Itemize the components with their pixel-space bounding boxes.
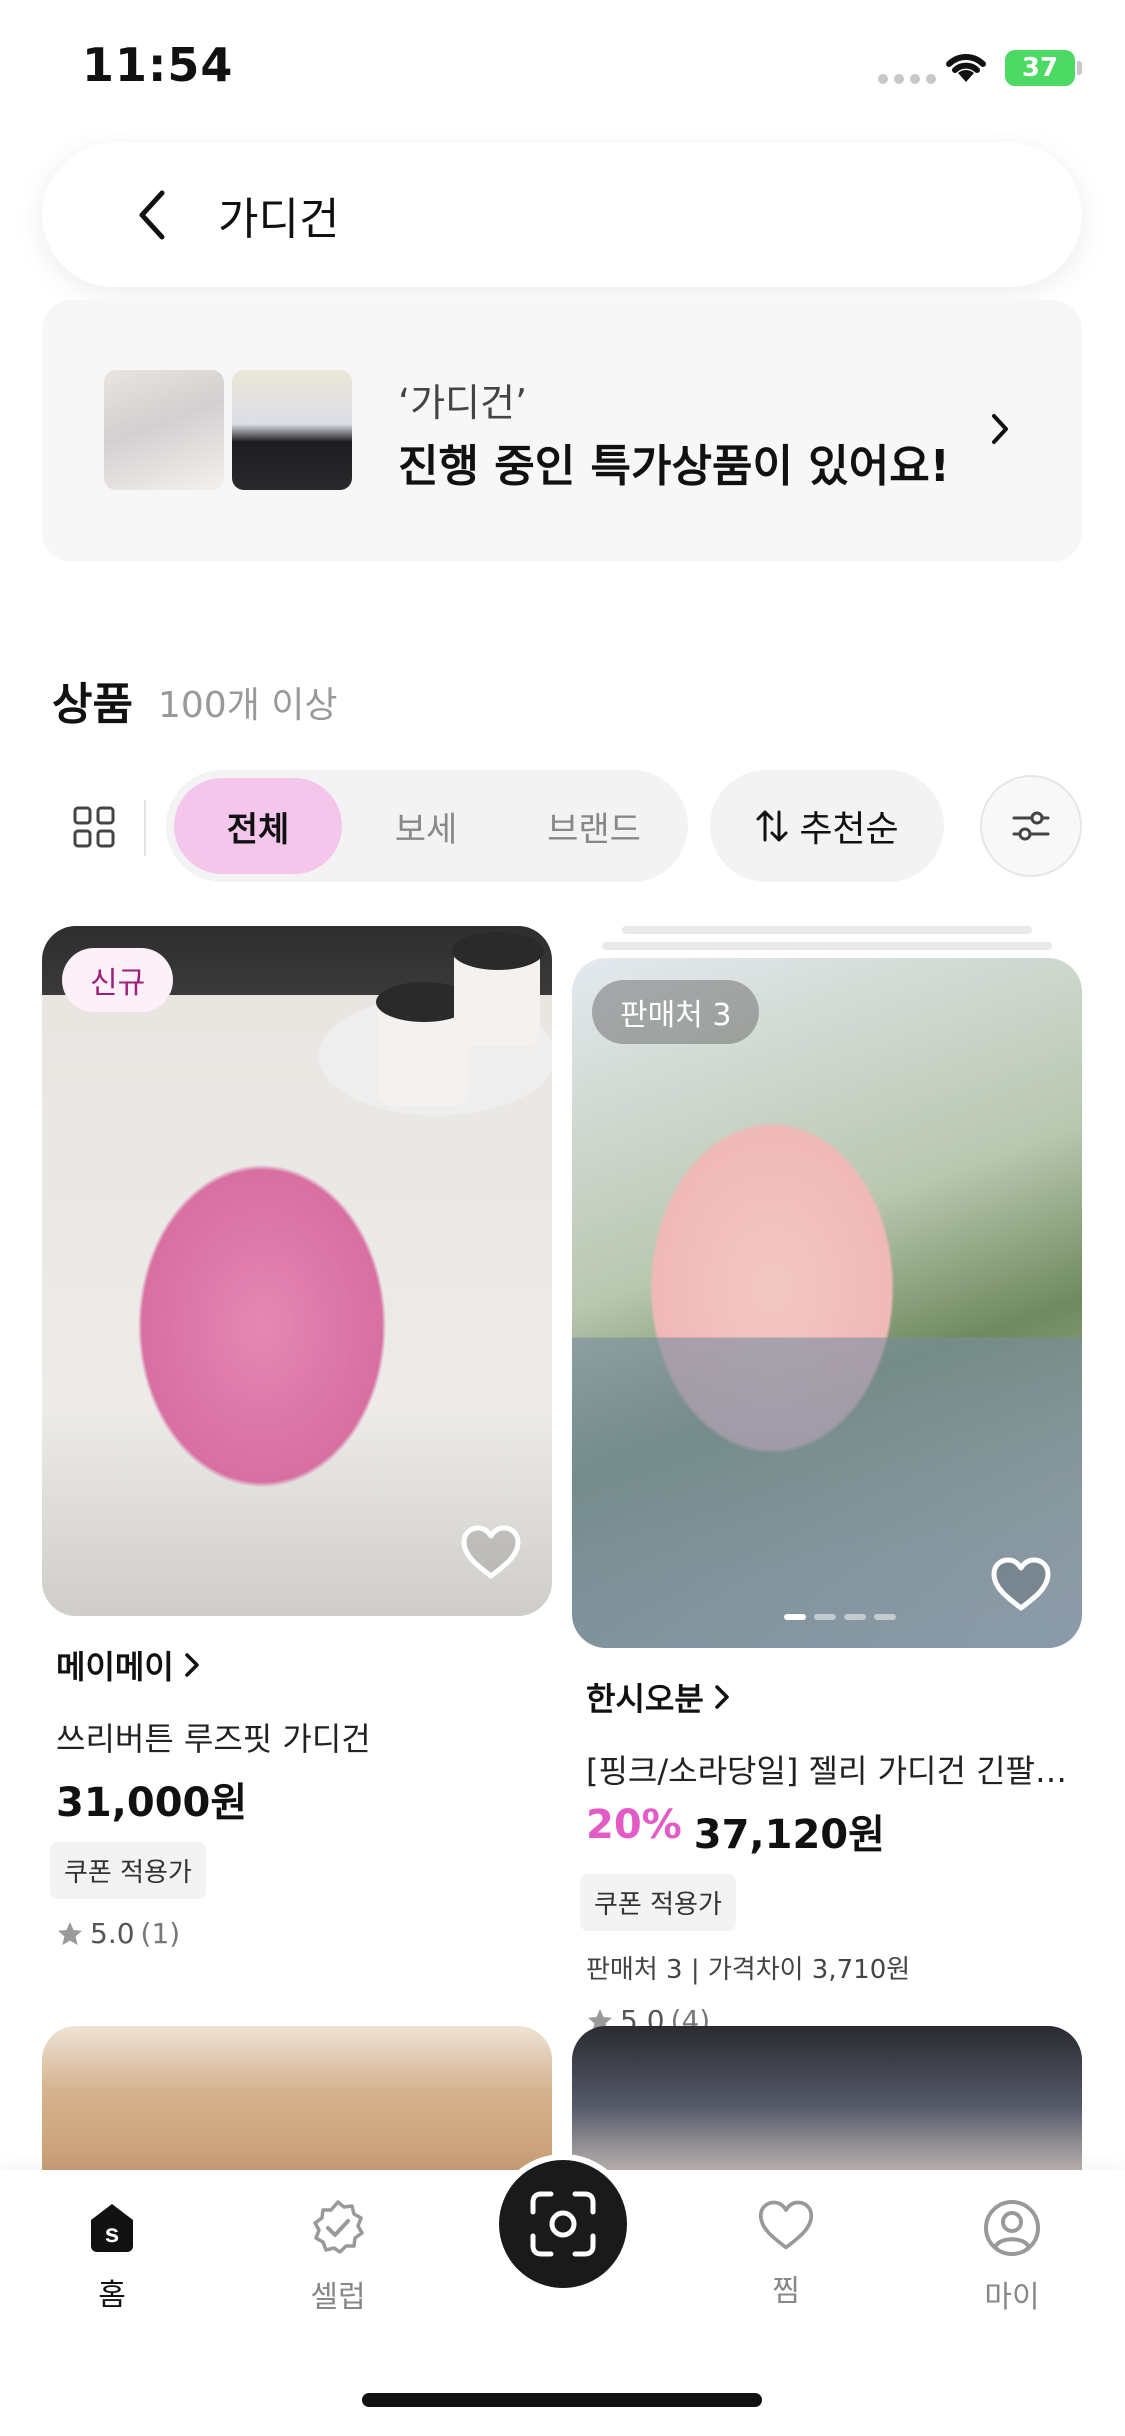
home-logo-icon: s bbox=[91, 2204, 133, 2252]
product-image[interactable]: 신규 bbox=[42, 926, 552, 1616]
status-time: 11:54 bbox=[82, 38, 234, 92]
brand-link[interactable]: 메이메이 bbox=[56, 1642, 552, 1688]
battery-level: 37 bbox=[1021, 53, 1059, 83]
price-row: 31,000원 bbox=[56, 1770, 552, 1828]
product-image[interactable] bbox=[42, 2026, 552, 2186]
tab-home-label: 홈 bbox=[98, 2278, 126, 2313]
deal-banner[interactable]: ‘가디건’ 진행 중인 특가상품이 있어요! bbox=[42, 300, 1082, 562]
tab-home[interactable]: s 홈 bbox=[42, 2198, 182, 2314]
deal-thumbnail-2 bbox=[232, 370, 352, 490]
tab-wish-label: 찜 bbox=[772, 2274, 800, 2309]
product-image[interactable] bbox=[572, 2026, 1082, 2186]
product-card[interactable]: 판매처 3 한시오분 [핑크/소라당일] 젤리 가디건 긴팔 … 20% 37,… bbox=[572, 958, 1082, 2037]
coupon-tag: 쿠폰 적용가 bbox=[580, 1874, 736, 1931]
deal-title: 진행 중인 특가상품이 있어요! bbox=[398, 441, 950, 492]
chevron-right-icon bbox=[992, 414, 1008, 444]
sort-button[interactable]: 추천순 bbox=[710, 770, 944, 882]
product-name[interactable]: 쓰리버튼 루즈핏 가디건 bbox=[56, 1714, 546, 1760]
product-card[interactable]: 신규 메이메이 쓰리버튼 루즈핏 가디건 31,000원 쿠폰 적용가 5.0 … bbox=[42, 926, 552, 1950]
chevron-right-icon bbox=[715, 1685, 729, 1709]
heart-icon[interactable] bbox=[460, 1524, 522, 1580]
star-icon bbox=[58, 1921, 82, 1945]
product-price: 31,000원 bbox=[56, 1780, 248, 1826]
battery-cap bbox=[1077, 61, 1082, 75]
category-segment: 전체 보세 브랜드 bbox=[166, 770, 688, 882]
profile-icon bbox=[984, 2200, 1040, 2256]
filter-all-button[interactable]: 전체 bbox=[174, 778, 342, 874]
sliders-icon bbox=[1012, 811, 1050, 841]
battery-indicator: 37 bbox=[1005, 50, 1075, 86]
section-title: 상품 bbox=[52, 679, 133, 730]
tab-my[interactable]: 마이 bbox=[942, 2198, 1082, 2316]
brand-name: 메이메이 bbox=[56, 1648, 174, 1686]
deal-thumbnail-1 bbox=[104, 370, 224, 490]
filter-settings-button[interactable] bbox=[980, 775, 1082, 877]
price-row: 20% 37,120원 bbox=[586, 1802, 1082, 1860]
brand-link[interactable]: 한시오분 bbox=[586, 1674, 1082, 1720]
verified-badge-icon bbox=[313, 2200, 364, 2254]
tab-celeb-label: 셀럽 bbox=[310, 2280, 366, 2315]
camera-search-button[interactable] bbox=[493, 2154, 633, 2294]
filter-divider bbox=[144, 800, 146, 856]
stack-indicator bbox=[622, 926, 1032, 934]
grid-view-icon[interactable] bbox=[72, 805, 116, 849]
heart-icon[interactable] bbox=[990, 1556, 1052, 1612]
wifi-icon bbox=[946, 53, 986, 82]
status-bar: 11:54 37 bbox=[0, 0, 1125, 130]
coupon-tag: 쿠폰 적용가 bbox=[50, 1842, 206, 1899]
brand-name: 한시오분 bbox=[586, 1680, 704, 1718]
new-badge: 신규 bbox=[62, 948, 174, 1012]
rating-row: 5.0 (1) bbox=[56, 1917, 552, 1950]
rating-value: 5.0 bbox=[90, 1917, 135, 1950]
section-count: 100개 이상 bbox=[158, 685, 338, 726]
search-query[interactable]: 가디건 bbox=[218, 183, 339, 247]
scan-camera-icon bbox=[530, 2191, 596, 2257]
product-price: 37,120원 bbox=[693, 1812, 885, 1858]
sort-label: 추천순 bbox=[799, 809, 899, 850]
cellular-signal-icon bbox=[878, 74, 936, 84]
chevron-right-icon bbox=[185, 1653, 199, 1677]
sellers-badge: 판매처 3 bbox=[592, 980, 760, 1044]
search-bar[interactable]: 가디건 bbox=[42, 143, 1082, 287]
carousel-dots bbox=[784, 1614, 896, 1620]
stack-indicator bbox=[602, 942, 1052, 950]
back-chevron-icon[interactable] bbox=[132, 185, 172, 245]
svg-text:s: s bbox=[105, 2218, 119, 2248]
tab-my-label: 마이 bbox=[984, 2280, 1040, 2315]
filter-bose-button[interactable]: 보세 bbox=[342, 778, 510, 874]
product-name[interactable]: [핑크/소라당일] 젤리 가디건 긴팔 … bbox=[586, 1746, 1076, 1792]
tab-wish[interactable]: 찜 bbox=[716, 2198, 856, 2310]
review-count: (1) bbox=[140, 1917, 181, 1950]
seller-meta: 판매처 3 | 가격차이 3,710원 bbox=[586, 1955, 911, 1985]
heart-outline-icon bbox=[758, 2200, 814, 2250]
product-image[interactable]: 판매처 3 bbox=[572, 958, 1082, 1648]
filter-brand-button[interactable]: 브랜드 bbox=[510, 778, 678, 874]
coffee-lid-image bbox=[452, 932, 544, 970]
tab-celeb[interactable]: 셀럽 bbox=[268, 2198, 408, 2316]
deal-subtitle: ‘가디건’ bbox=[398, 381, 528, 425]
home-indicator bbox=[362, 2393, 762, 2407]
discount-rate: 20% bbox=[586, 1802, 682, 1848]
sort-arrows-icon bbox=[756, 810, 788, 842]
